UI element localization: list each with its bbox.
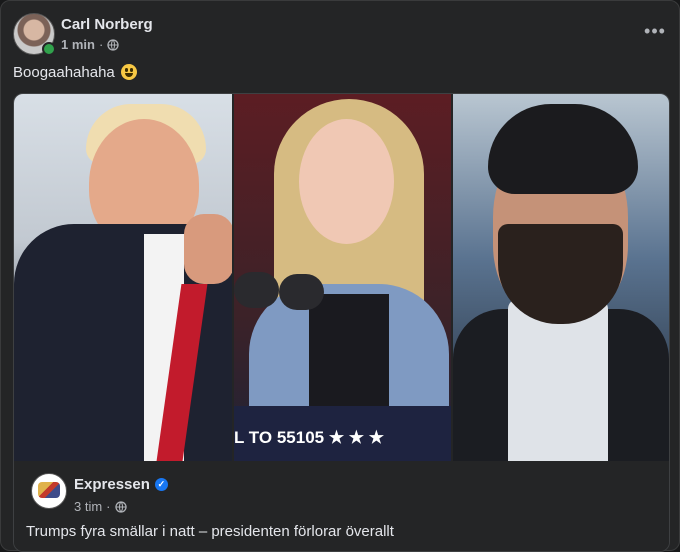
shared-link-card[interactable]: L TO 55105 ★ ★ ★ Expressen ✓ 3 tim · Tru… <box>13 93 670 552</box>
photo-panel-center: L TO 55105 ★ ★ ★ <box>234 94 451 461</box>
feed-post: Carl Norberg 1 min · ••• Boogaahahaha L … <box>0 0 680 552</box>
link-card-footer[interactable]: Expressen ✓ 3 tim · Trumps fyra smällar … <box>14 461 669 551</box>
photo-panel-right <box>453 94 669 461</box>
article-headline[interactable]: Trumps fyra smällar i natt – presidenten… <box>26 523 394 540</box>
source-name[interactable]: Expressen ✓ <box>74 476 168 493</box>
link-preview-image[interactable]: L TO 55105 ★ ★ ★ <box>14 94 669 461</box>
online-status-icon <box>42 42 56 56</box>
post-header: Carl Norberg 1 min · ••• <box>13 13 669 56</box>
post-body: Boogaahahaha <box>13 64 115 81</box>
photo-banner-text: L TO 55105 ★ ★ ★ <box>234 406 451 461</box>
post-timestamp[interactable]: 1 min <box>61 37 95 52</box>
author-name[interactable]: Carl Norberg <box>61 16 153 33</box>
post-meta: 1 min · <box>61 37 119 52</box>
source-logo[interactable] <box>31 473 67 509</box>
post-text: Boogaahahaha <box>13 64 137 81</box>
globe-icon <box>107 38 119 51</box>
grinning-face-emoji <box>120 64 137 80</box>
source-meta: 3 tim · <box>74 499 127 514</box>
source-meta-separator: · <box>106 499 111 514</box>
source-name-label[interactable]: Expressen <box>74 476 150 493</box>
photo-panel-left <box>14 94 232 461</box>
more-options-icon[interactable]: ••• <box>641 19 669 43</box>
verified-badge-icon: ✓ <box>154 478 168 491</box>
source-timestamp[interactable]: 3 tim <box>74 499 102 514</box>
meta-separator: · <box>98 37 104 52</box>
globe-icon <box>114 500 127 513</box>
